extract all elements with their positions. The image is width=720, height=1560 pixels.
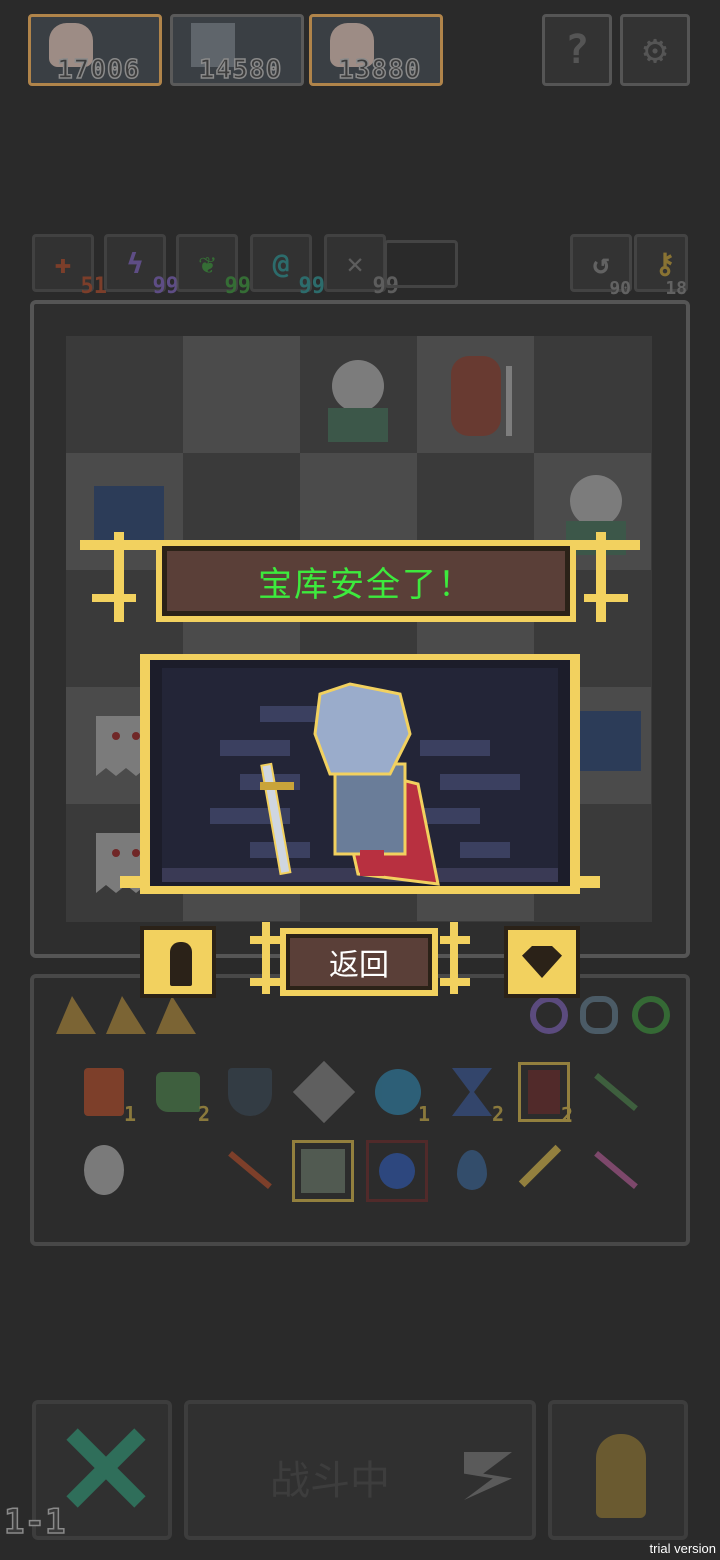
knight-illustration xyxy=(120,654,600,894)
info-button[interactable] xyxy=(140,926,216,998)
gem-button[interactable] xyxy=(504,926,580,998)
trial-watermark: trial version xyxy=(649,1541,716,1556)
gem-icon xyxy=(522,946,562,978)
back-button[interactable]: 返回 xyxy=(280,928,438,996)
pawn-icon xyxy=(596,1434,646,1518)
battle-status-label: 战斗中 xyxy=(270,1458,390,1504)
lightning-icon xyxy=(464,1452,512,1500)
pawn-icon xyxy=(170,942,192,986)
title-banner: 宝库安全了！ xyxy=(80,532,640,622)
modal-title: 宝库安全了！ xyxy=(258,564,474,605)
battle-status-button[interactable]: 战斗中 xyxy=(184,1400,536,1540)
banner-plate: 宝库安全了！ xyxy=(156,540,576,622)
character-button[interactable] xyxy=(548,1400,688,1540)
level-indicator: 1-1 xyxy=(3,1501,66,1543)
hero-picture-frame xyxy=(120,654,600,906)
close-icon xyxy=(66,1428,146,1508)
